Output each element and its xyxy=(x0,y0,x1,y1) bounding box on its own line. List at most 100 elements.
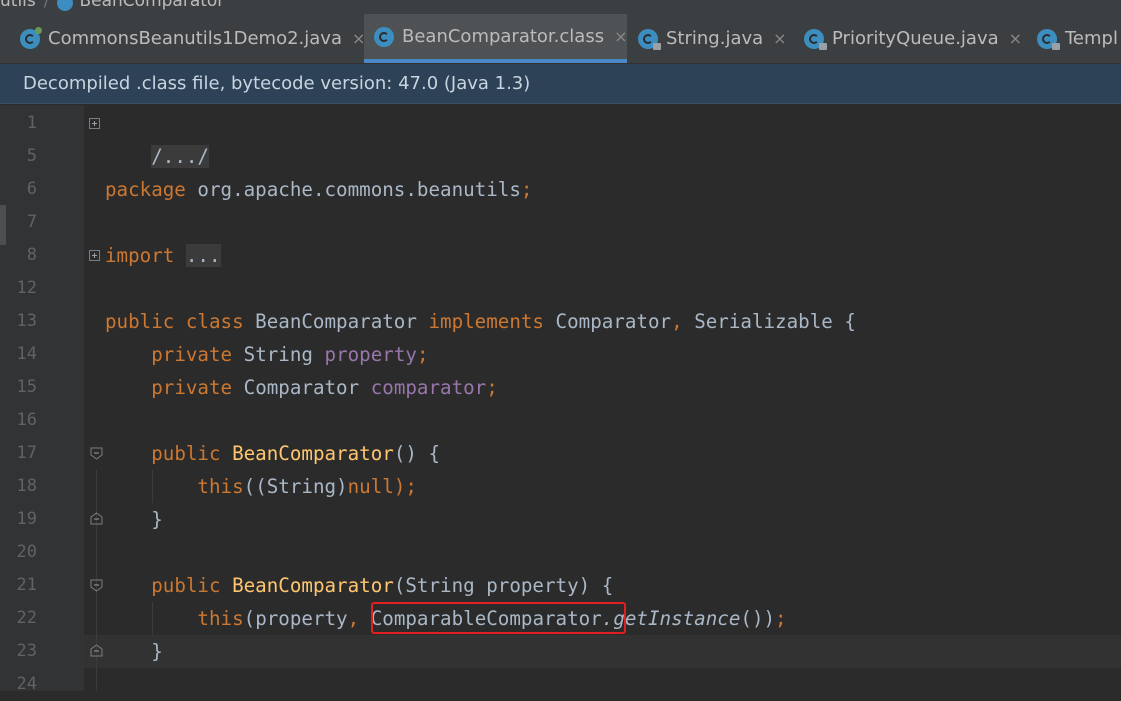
java-class-icon xyxy=(20,26,42,49)
code-line: import ... xyxy=(105,239,221,272)
code-line: public BeanComparator() { xyxy=(105,437,440,470)
line-number: 7 xyxy=(26,212,37,232)
code-text: ); xyxy=(393,475,417,498)
keyword: import xyxy=(105,244,175,267)
line-number: 14 xyxy=(16,344,37,364)
compiled-class-icon xyxy=(374,26,394,47)
close-icon[interactable]: × xyxy=(614,27,627,46)
folded-imports[interactable]: ... xyxy=(185,244,221,267)
current-line-highlight xyxy=(84,635,1121,668)
semicolon: ; xyxy=(486,376,498,399)
line-number: 1 xyxy=(26,113,37,133)
line-number: 12 xyxy=(16,278,37,298)
code-line: this((String)null); xyxy=(105,470,417,503)
tab-label: Templ xyxy=(1065,28,1118,49)
line-number: 17 xyxy=(16,443,37,463)
collapse-fold-icon[interactable] xyxy=(90,579,103,592)
closing-brace: } xyxy=(151,640,163,663)
collapse-fold-icon[interactable] xyxy=(90,447,103,460)
line-number: 21 xyxy=(16,575,37,595)
breadcrumb: utils / BeanComparator xyxy=(0,0,1121,14)
highlight-box-annotation xyxy=(371,602,626,634)
package-name: org.apache.commons.beanutils xyxy=(185,178,521,201)
tab-beancomparator-class[interactable]: BeanComparator.class × xyxy=(364,14,628,63)
code-line: public BeanComparator(String property) { xyxy=(105,569,613,602)
decompiled-notice-bar: Decompiled .class file, bytecode version… xyxy=(0,64,1121,104)
code-line: /.../ xyxy=(105,107,209,168)
keyword: null xyxy=(347,475,394,498)
constructor-name: BeanComparator xyxy=(220,574,394,597)
constructor-name: BeanComparator xyxy=(220,442,394,465)
code-line: package org.apache.commons.beanutils; xyxy=(105,173,532,206)
tab-priorityqueue-java[interactable]: PriorityQueue.java × xyxy=(804,14,1024,63)
tab-templ[interactable]: Templ xyxy=(1037,14,1121,63)
breadcrumb-item-package[interactable]: utils xyxy=(0,0,36,11)
keyword: public class xyxy=(105,310,244,333)
closing-brace: } xyxy=(151,508,163,531)
locked-class-icon xyxy=(804,28,827,50)
tab-label: CommonsBeanutils1Demo2.java xyxy=(48,28,342,49)
line-number: 16 xyxy=(16,410,37,430)
type-name: Comparator xyxy=(232,376,371,399)
code-text: () { xyxy=(393,442,441,465)
code-line: public class BeanComparator implements C… xyxy=(105,305,856,338)
editor-tab-bar: CommonsBeanutils1Demo2.java × BeanCompar… xyxy=(0,14,1121,64)
line-number: 8 xyxy=(26,245,37,265)
code-line: private Comparator comparator; xyxy=(105,371,498,404)
keyword: package xyxy=(105,178,186,201)
line-number: 23 xyxy=(16,641,37,661)
type-name: String xyxy=(232,343,325,366)
close-icon[interactable]: × xyxy=(773,29,786,48)
keyword: this xyxy=(197,475,244,498)
field-name: comparator xyxy=(370,376,487,399)
code-line: private String property; xyxy=(105,338,429,371)
code-line: } xyxy=(105,503,163,536)
semicolon: ; xyxy=(775,607,787,630)
keyword: public xyxy=(151,442,221,465)
code-text: (String property) { xyxy=(393,574,614,597)
semicolon: ; xyxy=(520,178,533,201)
fold-end-icon[interactable] xyxy=(90,644,103,657)
close-icon[interactable]: × xyxy=(1009,29,1022,48)
keyword: this xyxy=(197,607,244,630)
line-number: 15 xyxy=(16,377,37,397)
expand-fold-icon[interactable] xyxy=(89,118,100,129)
code-line: } xyxy=(105,635,163,668)
field-name: property xyxy=(324,343,417,366)
tab-string-java[interactable]: String.java × xyxy=(638,14,794,63)
breadcrumb-separator: / xyxy=(43,0,50,11)
folded-header-comment[interactable]: /.../ xyxy=(151,145,209,168)
line-number: 24 xyxy=(16,674,37,694)
interface-name: Serializable { xyxy=(682,310,856,333)
line-number-gutter[interactable]: 1 5 6 7 8 12 13 14 15 16 17 18 19 20 21 … xyxy=(6,105,84,694)
line-number: 13 xyxy=(16,311,37,331)
code-text: ()) xyxy=(740,607,776,630)
expand-fold-icon[interactable] xyxy=(89,250,100,261)
keyword: private xyxy=(151,376,233,399)
tab-label: PriorityQueue.java xyxy=(832,28,999,49)
tab-label: String.java xyxy=(666,28,764,49)
keyword: private xyxy=(151,343,233,366)
tab-label: BeanComparator.class xyxy=(402,26,605,47)
code-text: (property xyxy=(243,607,348,630)
interface-name: Comparator xyxy=(544,310,672,333)
line-number: 6 xyxy=(26,179,37,199)
code-editor[interactable]: /.../ package org.apache.commons.beanuti… xyxy=(84,105,1121,691)
fold-end-icon[interactable] xyxy=(90,512,103,525)
line-number: 22 xyxy=(16,608,37,628)
line-number: 18 xyxy=(16,476,37,496)
locked-class-icon xyxy=(1037,28,1060,50)
class-icon xyxy=(57,0,74,11)
code-text: ((String) xyxy=(243,475,348,498)
keyword: implements xyxy=(428,310,544,333)
keyword: public xyxy=(151,574,221,597)
line-number: 5 xyxy=(26,146,37,166)
semicolon: ; xyxy=(416,343,429,366)
breadcrumb-item-class[interactable]: BeanComparator xyxy=(79,0,224,11)
tab-commonsbeanutils1demo2[interactable]: CommonsBeanutils1Demo2.java × xyxy=(20,14,365,63)
comma: , xyxy=(347,607,360,630)
line-number: 20 xyxy=(16,542,37,562)
comma: , xyxy=(671,310,683,333)
class-name: BeanComparator xyxy=(243,310,429,333)
locked-class-icon xyxy=(638,28,661,50)
